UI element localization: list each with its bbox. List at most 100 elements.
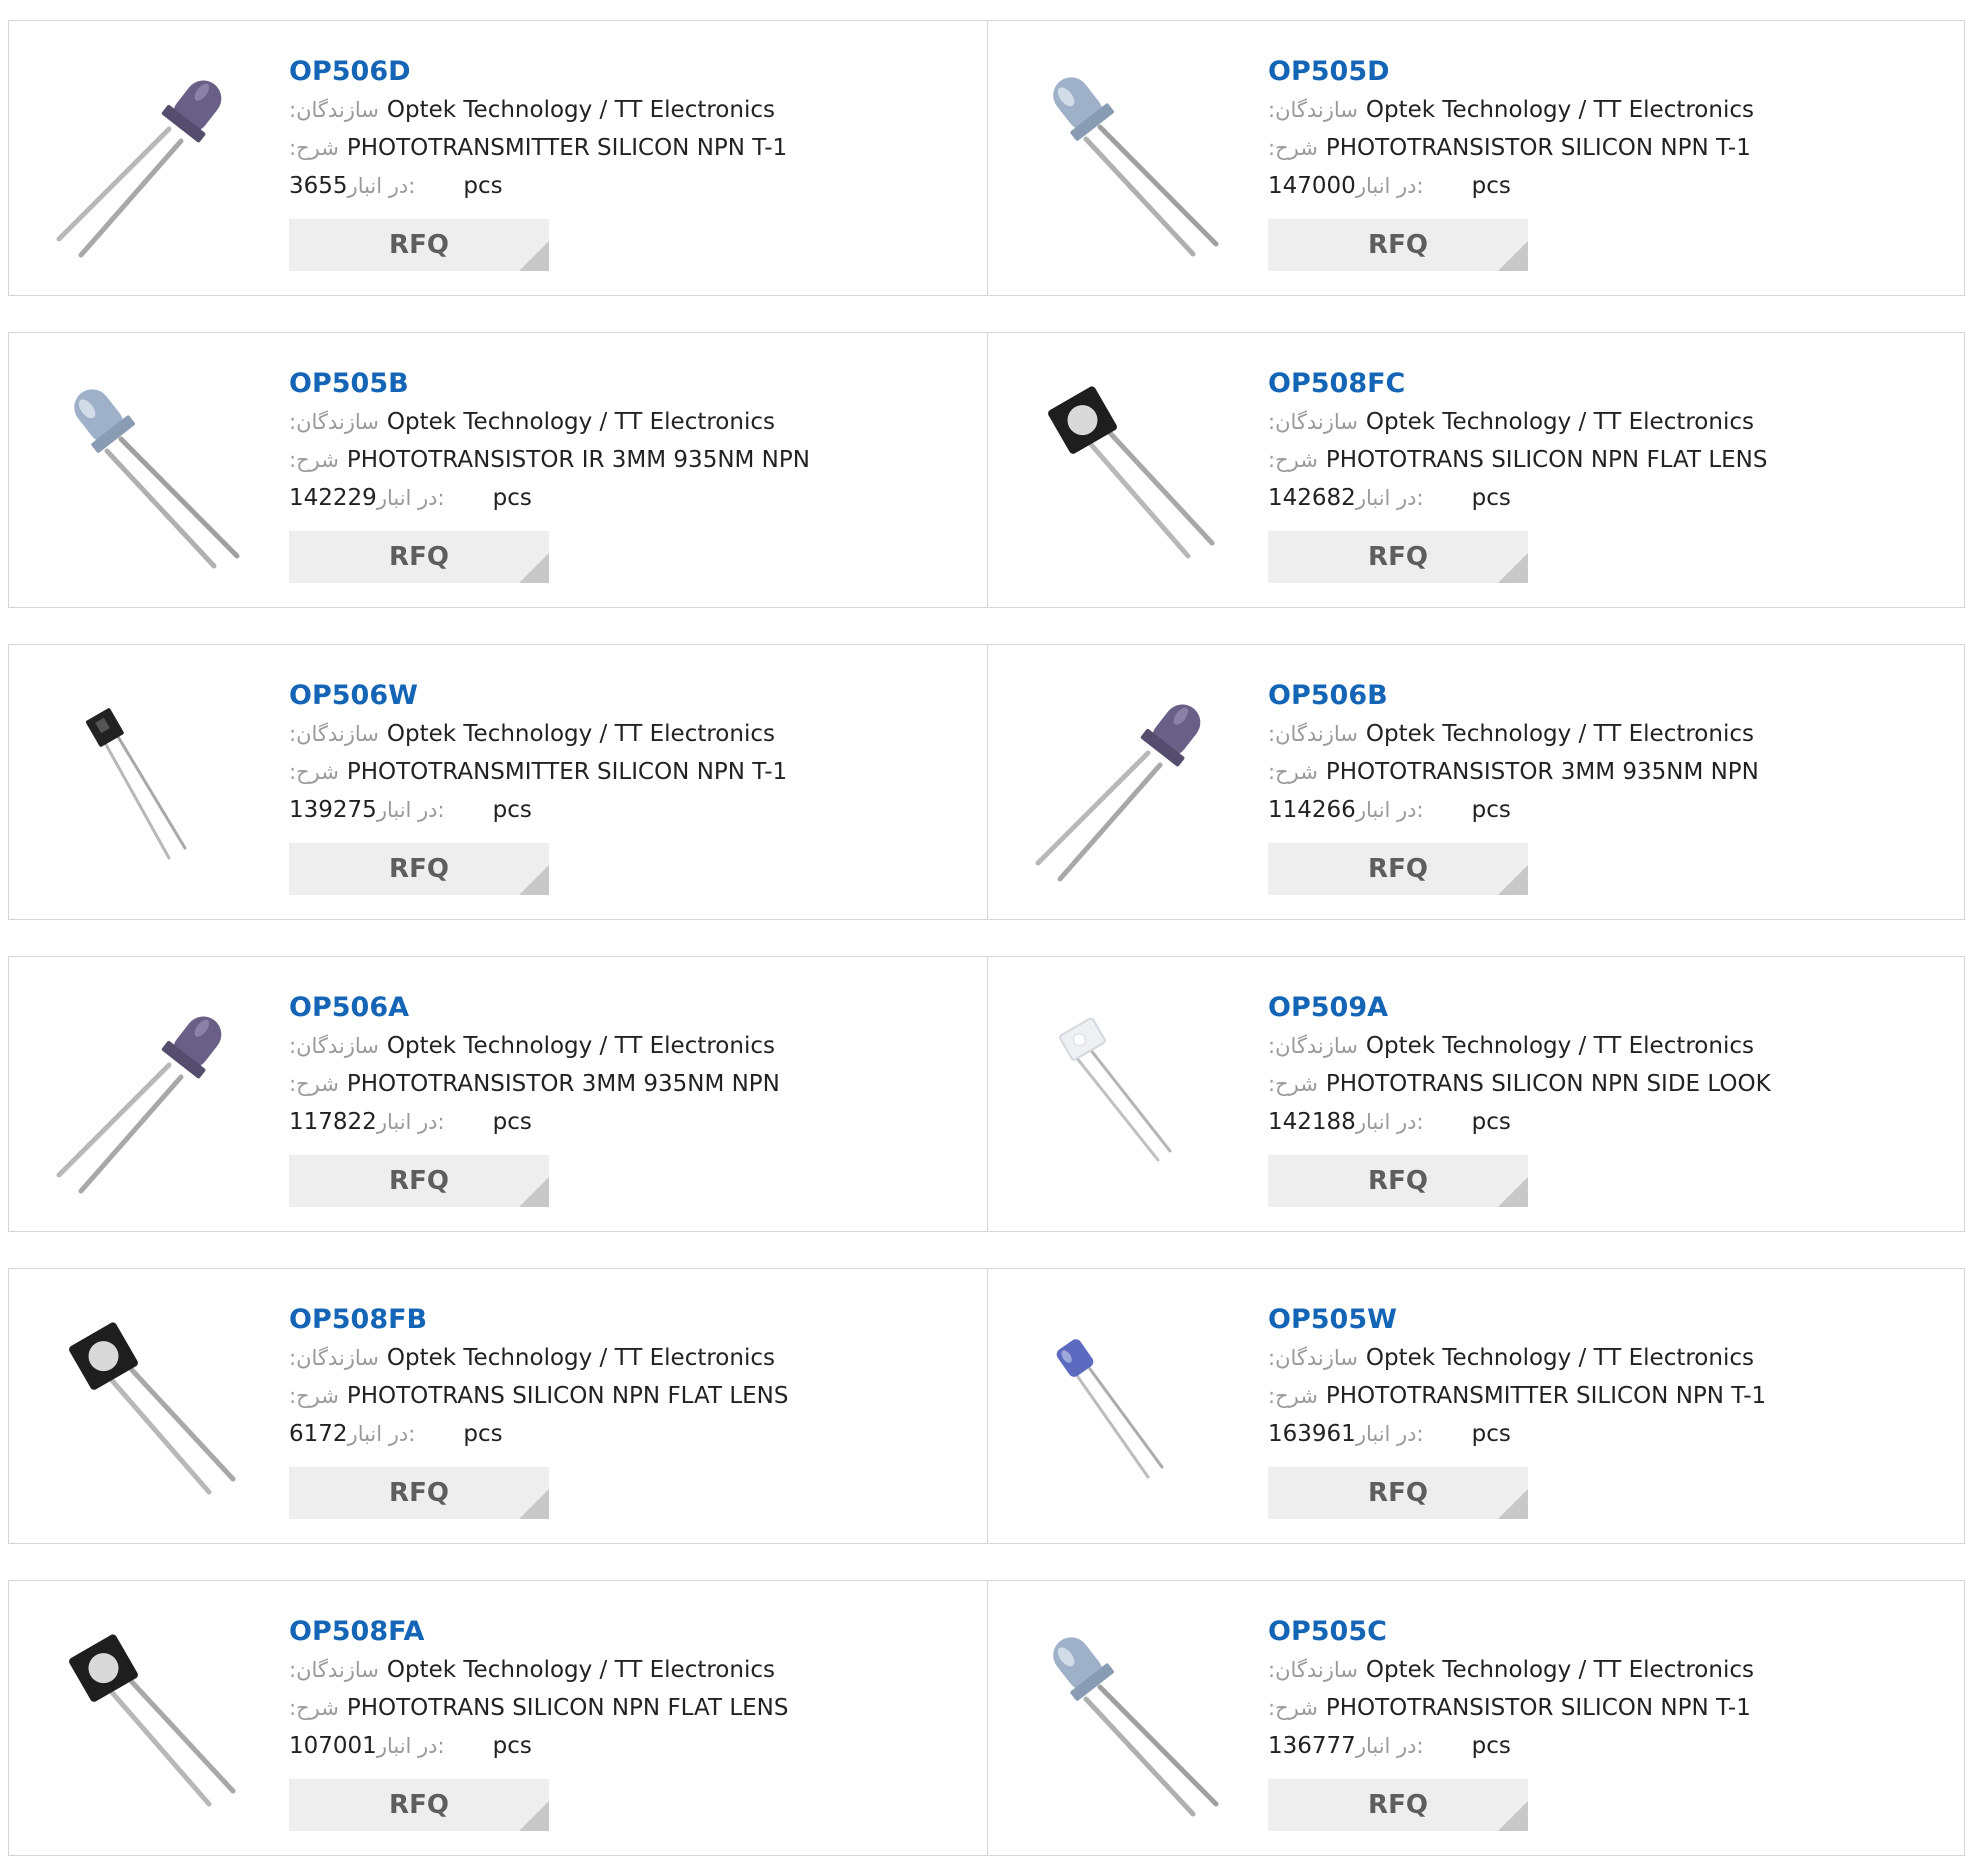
manufacturer-label: :سازندگان <box>1268 722 1358 746</box>
rfq-button-label: RFQ <box>389 542 449 572</box>
stock-unit: pcs <box>1471 485 1511 511</box>
stock-row: 139275در انبار: pcs <box>289 791 977 829</box>
corner-triangle-icon <box>519 1489 549 1519</box>
manufacturer-value: Optek Technology / TT Electronics <box>386 721 775 747</box>
product-image[interactable] <box>1028 1619 1228 1819</box>
stock-label: در انبار: <box>1355 798 1424 822</box>
stock-unit: pcs <box>492 1733 532 1759</box>
rfq-button-label: RFQ <box>389 1790 449 1820</box>
product-image[interactable] <box>49 1307 249 1507</box>
description-label: :شرح <box>1268 136 1318 160</box>
rfq-button-label: RFQ <box>389 1166 449 1196</box>
rfq-button-label: RFQ <box>389 854 449 884</box>
rfq-button[interactable]: RFQ <box>1268 531 1528 583</box>
product-image[interactable] <box>1028 1307 1228 1507</box>
stock-row: 163961در انبار: pcs <box>1268 1415 1954 1453</box>
part-number-link[interactable]: OP505W <box>1268 1301 1954 1339</box>
product-card: OP508FA :سازندگان Optek Technology / TT E… <box>8 1580 988 1856</box>
stock-label: در انبار: <box>347 1422 416 1446</box>
product-image[interactable] <box>1028 371 1228 571</box>
product-image[interactable] <box>1028 683 1228 883</box>
product-image[interactable] <box>49 1619 249 1819</box>
stock-unit: pcs <box>1471 1733 1511 1759</box>
part-number-link[interactable]: OP505C <box>1268 1613 1954 1651</box>
manufacturer-value: Optek Technology / TT Electronics <box>1365 1657 1754 1683</box>
stock-value: 147000 <box>1268 173 1356 199</box>
product-card: OP506W :سازندگان Optek Technology / TT El… <box>8 644 988 920</box>
part-number-link[interactable]: OP508FC <box>1268 365 1954 403</box>
stock-label: در انبار: <box>376 1734 445 1758</box>
product-card: OP506B :سازندگان Optek Technology / TT El… <box>987 644 1965 920</box>
description-value: PHOTOTRANSISTOR IR 3MM 935NM NPN <box>346 447 810 473</box>
part-number-link[interactable]: OP508FA <box>289 1613 977 1651</box>
corner-triangle-icon <box>519 1801 549 1831</box>
part-number-link[interactable]: OP506D <box>289 53 977 91</box>
rfq-button[interactable]: RFQ <box>289 1779 549 1831</box>
manufacturer-row: :سازندگان Optek Technology / TT Electroni… <box>1268 1027 1954 1065</box>
rfq-button[interactable]: RFQ <box>289 1155 549 1207</box>
rfq-button[interactable]: RFQ <box>1268 219 1528 271</box>
rfq-button[interactable]: RFQ <box>289 843 549 895</box>
manufacturer-row: :سازندگان Optek Technology / TT Electroni… <box>1268 91 1954 129</box>
part-number-link[interactable]: OP506B <box>1268 677 1954 715</box>
rfq-button[interactable]: RFQ <box>1268 1779 1528 1831</box>
product-info: OP505C :سازندگان Optek Technology / TT El… <box>1268 1613 1954 1831</box>
stock-value: 107001 <box>289 1733 377 1759</box>
part-number-link[interactable]: OP506W <box>289 677 977 715</box>
manufacturer-label: :سازندگان <box>289 722 379 746</box>
rfq-button[interactable]: RFQ <box>289 531 549 583</box>
product-image[interactable] <box>1028 59 1228 259</box>
manufacturer-row: :سازندگان Optek Technology / TT Electroni… <box>1268 715 1954 753</box>
rfq-button-label: RFQ <box>1368 1166 1428 1196</box>
rfq-button[interactable]: RFQ <box>289 1467 549 1519</box>
stock-unit: pcs <box>1471 1421 1511 1447</box>
product-image[interactable] <box>49 59 249 259</box>
side-look-black-icon <box>85 708 187 860</box>
rfq-button[interactable]: RFQ <box>1268 1155 1528 1207</box>
description-row: :شرح PHOTOTRANS SILICON NPN FLAT LENS <box>289 1377 977 1415</box>
product-image[interactable] <box>49 371 249 571</box>
stock-label: در انبار: <box>1355 174 1424 198</box>
description-value: PHOTOTRANSMITTER SILICON NPN T-1 <box>1325 1383 1767 1409</box>
part-number-link[interactable]: OP505B <box>289 365 977 403</box>
part-number-link[interactable]: OP509A <box>1268 989 1954 1027</box>
part-number-link[interactable]: OP508FB <box>289 1301 977 1339</box>
manufacturer-row: :سازندگان Optek Technology / TT Electroni… <box>289 1027 977 1065</box>
product-image[interactable] <box>49 683 249 883</box>
manufacturer-row: :سازندگان Optek Technology / TT Electroni… <box>1268 403 1954 441</box>
part-number-link[interactable]: OP506A <box>289 989 977 1027</box>
description-row: :شرح PHOTOTRANS SILICON NPN SIDE LOOK <box>1268 1065 1954 1103</box>
led-clear-5mm-icon <box>1053 1637 1219 1817</box>
stock-value: 117822 <box>289 1109 377 1135</box>
rfq-button[interactable]: RFQ <box>289 219 549 271</box>
manufacturer-value: Optek Technology / TT Electronics <box>386 1657 775 1683</box>
description-value: PHOTOTRANSMITTER SILICON NPN T-1 <box>346 759 788 785</box>
stock-row: 117822در انبار: pcs <box>289 1103 977 1141</box>
led-purple-5mm-icon <box>56 80 222 258</box>
rfq-button-label: RFQ <box>1368 230 1428 260</box>
manufacturer-value: Optek Technology / TT Electronics <box>386 1033 775 1059</box>
product-info: OP509A :سازندگان Optek Technology / TT El… <box>1268 989 1954 1207</box>
product-image[interactable] <box>1028 995 1228 1195</box>
corner-triangle-icon <box>1498 1801 1528 1831</box>
description-row: :شرح PHOTOTRANSISTOR 3MM 935NM NPN <box>289 1065 977 1103</box>
stock-value: 142229 <box>289 485 377 511</box>
manufacturer-row: :سازندگان Optek Technology / TT Electroni… <box>1268 1339 1954 1377</box>
rfq-button[interactable]: RFQ <box>1268 843 1528 895</box>
stock-label: در انبار: <box>376 798 445 822</box>
stock-row: 142682در انبار: pcs <box>1268 479 1954 517</box>
description-row: :شرح PHOTOTRANS SILICON NPN FLAT LENS <box>1268 441 1954 479</box>
led-purple-5mm-icon <box>1035 704 1201 882</box>
stock-value: 114266 <box>1268 797 1356 823</box>
description-value: PHOTOTRANSMITTER SILICON NPN T-1 <box>346 135 788 161</box>
led-purple-5mm-icon <box>56 1016 222 1194</box>
stock-value: 6172 <box>289 1421 348 1447</box>
product-image[interactable] <box>49 995 249 1195</box>
stock-row: 107001در انبار: pcs <box>289 1727 977 1765</box>
flat-lens-black-icon <box>1048 386 1215 559</box>
part-number-link[interactable]: OP505D <box>1268 53 1954 91</box>
manufacturer-label: :سازندگان <box>289 98 379 122</box>
stock-value: 142188 <box>1268 1109 1356 1135</box>
description-value: PHOTOTRANSISTOR SILICON NPN T-1 <box>1325 135 1751 161</box>
rfq-button[interactable]: RFQ <box>1268 1467 1528 1519</box>
